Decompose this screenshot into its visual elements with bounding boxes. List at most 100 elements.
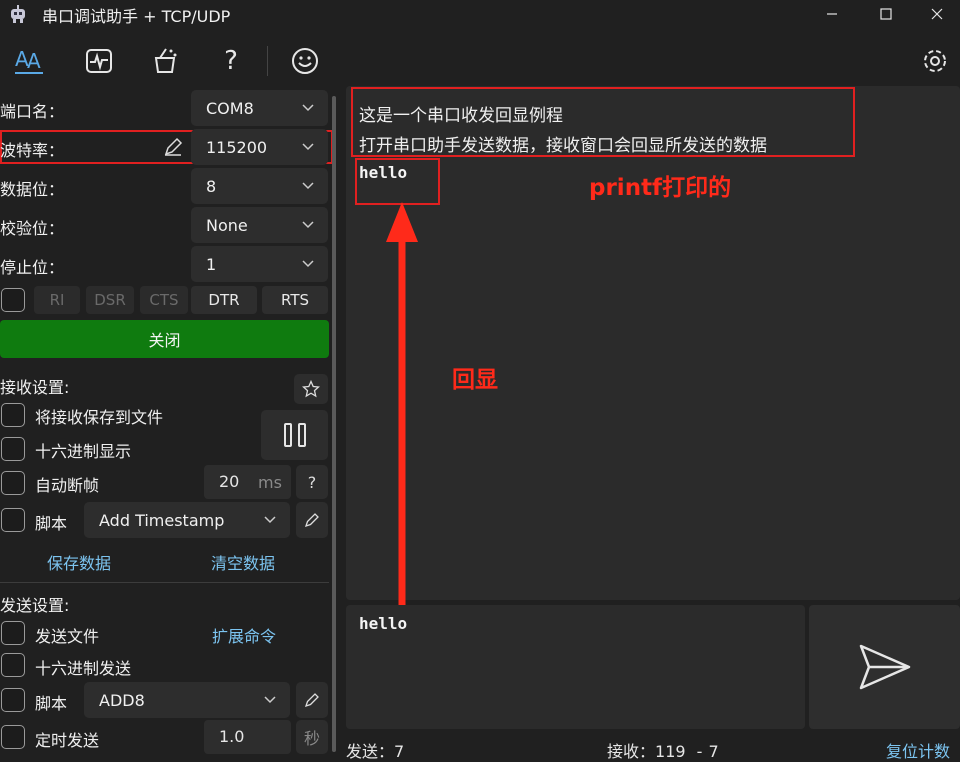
annotation-arrow [384, 202, 424, 612]
frame-timeout-input[interactable]: 20 ms [204, 465, 291, 499]
send-button[interactable] [809, 605, 960, 729]
edit-icon [304, 693, 319, 708]
close-icon [931, 8, 943, 20]
stopbits-select[interactable]: 1 [191, 246, 328, 282]
port-label: 端口名： [0, 102, 65, 121]
baud-label: 波特率： [0, 141, 65, 160]
smile-icon[interactable] [288, 44, 322, 78]
receive-line-2: 打开串口助手发送数据，接收窗口会回显所发送的数据 [359, 136, 767, 156]
chevron-down-icon [264, 696, 276, 704]
recv-count-status: 接收：119 -7 [607, 738, 719, 762]
send-interval-input[interactable]: 1.0 [204, 720, 291, 754]
databits-value: 8 [206, 176, 217, 196]
chevron-down-icon [302, 182, 314, 190]
window-title: 串口调试助手 + TCP/UDP [42, 7, 231, 26]
reset-count-link[interactable]: 复位计数 [886, 738, 950, 762]
save-to-file-checkbox[interactable] [1, 403, 25, 427]
send-script-checkbox[interactable] [1, 688, 25, 712]
databits-select[interactable]: 8 [191, 168, 328, 204]
gear-icon[interactable] [918, 44, 952, 78]
receive-line-1: 这是一个串口收发回显例程 [359, 106, 563, 126]
chevron-down-icon [264, 516, 276, 524]
baud-value: 115200 [206, 137, 268, 157]
save-data-link[interactable]: 保存数据 [47, 550, 111, 574]
receive-script-checkbox[interactable] [1, 508, 25, 532]
maximize-icon [880, 8, 892, 20]
edit-icon [304, 513, 319, 528]
svg-text:A: A [27, 49, 41, 73]
send-file-label: 发送文件 [35, 627, 100, 646]
send-interval-unit: 秒 [296, 720, 328, 754]
printf-annotation: printf打印的 [589, 175, 732, 201]
parity-value: None [206, 215, 248, 235]
frame-timeout-value: 20 [219, 472, 240, 491]
send-input-text: hello [359, 614, 408, 633]
send-script-edit-button[interactable] [296, 682, 328, 718]
toolbar-divider [267, 46, 268, 76]
frame-timeout-unit: ms [258, 473, 282, 492]
send-settings-title: 发送设置: [0, 596, 70, 615]
recv-extra-count: 7 [708, 742, 719, 761]
save-to-file-label: 将接收保存到文件 [35, 408, 164, 427]
robot-icon [8, 4, 28, 24]
minimize-icon [827, 13, 837, 15]
receive-script-label: 脚本 [35, 514, 68, 533]
pause-button[interactable] [261, 410, 328, 460]
auto-frame-checkbox[interactable] [1, 471, 25, 495]
open-close-label: 关闭 [148, 331, 181, 350]
send-script-select[interactable]: ADD8 [84, 682, 290, 718]
edit-icon[interactable] [162, 136, 184, 158]
receive-script-value: Add Timestamp [99, 510, 225, 530]
stopbits-value: 1 [206, 254, 217, 274]
hex-display-checkbox[interactable] [1, 437, 25, 461]
pin-rts[interactable]: RTS [262, 286, 328, 314]
hex-display-label: 十六进制显示 [35, 442, 132, 461]
star-button[interactable] [294, 374, 328, 404]
maximize-button[interactable] [860, 0, 912, 28]
left-scrollbar[interactable] [332, 96, 336, 752]
chevron-down-icon [302, 104, 314, 112]
close-button[interactable] [914, 0, 960, 28]
parity-label: 校验位： [0, 219, 65, 238]
minimize-button[interactable] [806, 0, 858, 28]
frame-help-button[interactable]: ? [296, 465, 328, 499]
timed-send-checkbox[interactable] [1, 725, 25, 749]
pin-dsr: DSR [86, 286, 134, 314]
hex-send-checkbox[interactable] [1, 653, 25, 677]
sent-count-status: 发送：7 [346, 738, 404, 762]
waveform-icon[interactable] [82, 44, 116, 78]
pin-checkbox[interactable] [1, 288, 25, 312]
chevron-down-icon [302, 143, 314, 151]
pin-ri: RI [34, 286, 80, 314]
pin-dtr[interactable]: DTR [191, 286, 257, 314]
open-close-button[interactable]: 关闭 [0, 320, 329, 358]
clear-data-link[interactable]: 清空数据 [211, 550, 275, 574]
section-divider [0, 582, 329, 583]
databits-label: 数据位： [0, 180, 65, 199]
echo-annotation: 回显 [452, 367, 498, 393]
magic-icon[interactable] [148, 44, 182, 78]
port-value: COM8 [206, 98, 254, 118]
text-format-icon[interactable]: AA [12, 44, 46, 78]
chevron-down-icon [302, 260, 314, 268]
receive-script-edit-button[interactable] [296, 502, 328, 538]
send-input[interactable]: hello [346, 605, 805, 729]
receive-settings-title: 接收设置: [0, 378, 70, 397]
sent-label: 发送： [346, 742, 395, 761]
pause-icon [283, 423, 306, 447]
baud-select[interactable]: 115200 [191, 129, 328, 165]
receive-script-select[interactable]: Add Timestamp [84, 502, 290, 538]
send-file-checkbox[interactable] [1, 621, 25, 645]
help-icon[interactable]: ? [214, 44, 248, 78]
extended-commands-link[interactable]: 扩展命令 [212, 623, 276, 647]
recv-label: 接收： [607, 742, 656, 761]
send-script-label: 脚本 [35, 694, 68, 713]
timed-send-label: 定时发送 [35, 731, 100, 750]
parity-select[interactable]: None [191, 207, 328, 243]
send-script-value: ADD8 [99, 690, 145, 710]
port-select[interactable]: COM8 [191, 90, 328, 126]
pin-cts: CTS [140, 286, 188, 314]
title-bar: 串口调试助手 + TCP/UDP [0, 0, 960, 28]
receive-echo-text: hello [359, 163, 408, 182]
send-icon [859, 644, 910, 690]
